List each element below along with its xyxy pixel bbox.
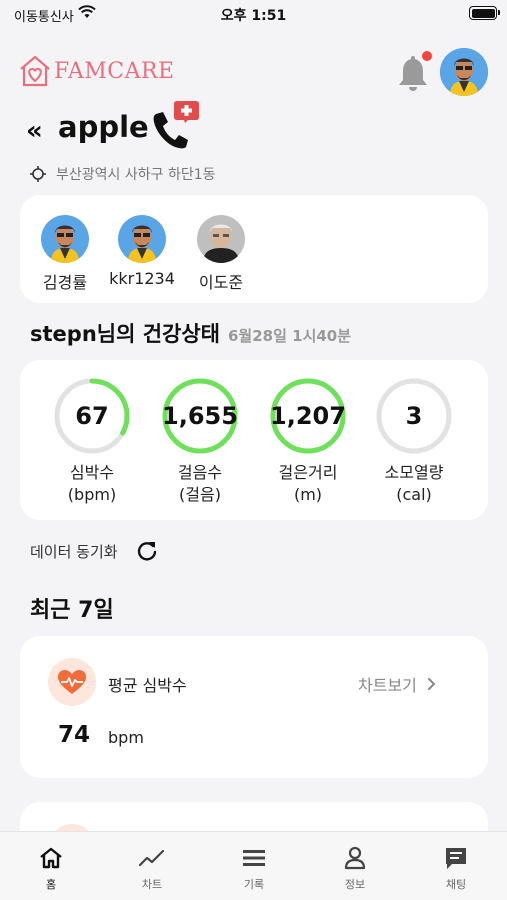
- app-logo: FAMCARE: [18, 54, 175, 88]
- heartbeat-icon: [48, 658, 96, 706]
- family-members-card: 김경률 kkr1234 이도준: [20, 195, 488, 303]
- bottom-tab-bar: 홈 차트 기록 정보 채팅: [0, 831, 507, 900]
- member-item[interactable]: kkr1234: [97, 215, 187, 288]
- profile-name: apple: [58, 110, 149, 144]
- avatar: [197, 215, 245, 263]
- tab-label: 차트: [141, 878, 163, 891]
- heart-house-icon: [20, 55, 50, 87]
- list-icon: [243, 850, 265, 866]
- cartoon-avatar-icon: [41, 215, 89, 263]
- tab-home[interactable]: 홈: [1, 844, 101, 892]
- stat-distance[interactable]: 1,207 걸은거리 (m): [258, 376, 358, 506]
- health-stats-card: 67 심박수 (bpm) 1,655 걸음수 (걸음) 1,207 걸은거리 (m) …: [20, 360, 488, 520]
- cartoon-avatar-icon: [440, 48, 488, 96]
- crosshair-icon: [30, 166, 46, 182]
- stat-value: 1,655: [162, 402, 238, 430]
- tab-chat[interactable]: 채팅: [406, 844, 506, 892]
- stat-value: 1,207: [270, 402, 346, 430]
- avatar[interactable]: [440, 48, 488, 96]
- address-text: 부산광역시 사하구 하단1동: [56, 167, 216, 183]
- logo-text: FAMCARE: [54, 58, 175, 84]
- medical-plus-icon: [174, 101, 199, 123]
- avg-heart-rate-unit: bpm: [108, 728, 144, 747]
- refresh-icon[interactable]: [136, 540, 158, 562]
- tab-label: 정보: [344, 878, 366, 891]
- tab-label: 채팅: [445, 878, 467, 891]
- chart-icon: [139, 849, 165, 867]
- stat-label: 소모열량 (cal): [384, 463, 444, 504]
- stat-heart-rate[interactable]: 67 심박수 (bpm): [42, 376, 142, 506]
- avg-heart-rate-card[interactable]: 평균 심박수 차트보기 74 bpm: [20, 636, 488, 778]
- recent-7days-title: 최근 7일: [30, 598, 114, 623]
- notification-badge: [422, 51, 432, 61]
- member-name: kkr1234: [109, 269, 175, 288]
- stat-label: 걸은거리 (m): [278, 463, 338, 504]
- view-chart-link[interactable]: 차트보기: [358, 672, 436, 696]
- home-icon: [40, 847, 62, 869]
- battery-icon: [469, 6, 500, 20]
- member-name: 이도준: [198, 273, 244, 292]
- stat-label: 걸음수 (걸음): [177, 463, 223, 504]
- status-bar: 이동통신사 오후 1:51: [0, 0, 507, 30]
- chevron-right-icon: [427, 678, 436, 690]
- measured-datetime: 6월28일 1시40분: [228, 327, 352, 345]
- stat-steps[interactable]: 1,655 걸음수 (걸음): [150, 376, 250, 506]
- tab-records[interactable]: 기록: [204, 844, 304, 892]
- avatar: [118, 215, 166, 263]
- sync-label: 데이터 동기화: [30, 542, 118, 561]
- avatar: [41, 215, 89, 263]
- cartoon-avatar-icon: [118, 215, 166, 263]
- health-title: stepn님의 건강상태: [30, 322, 220, 346]
- chat-icon: [446, 848, 466, 869]
- tab-info[interactable]: 정보: [305, 844, 405, 892]
- member-item[interactable]: 이도준: [176, 215, 266, 293]
- avg-heart-rate-value: 74: [58, 722, 91, 748]
- tab-label: 홈: [45, 878, 57, 891]
- clock-time: 오후 1:51: [220, 8, 287, 24]
- stat-value: 67: [75, 402, 109, 430]
- location-row: 부산광역시 사하구 하단1동: [30, 164, 216, 184]
- tab-chart[interactable]: 차트: [102, 844, 202, 892]
- avg-heart-rate-title: 평균 심박수: [108, 676, 187, 695]
- stat-label: 심박수 (bpm): [67, 463, 117, 504]
- photo-avatar: [197, 215, 245, 263]
- stat-value: 3: [405, 402, 423, 430]
- tab-label: 기록: [243, 878, 265, 891]
- person-icon: [344, 846, 366, 870]
- health-status-heading: stepn님의 건강상태 6월28일 1시40분: [30, 318, 351, 348]
- data-sync-row[interactable]: 데이터 동기화: [30, 540, 158, 562]
- stat-calories[interactable]: 3 소모열량 (cal): [364, 376, 464, 506]
- back-button[interactable]: «: [26, 116, 43, 146]
